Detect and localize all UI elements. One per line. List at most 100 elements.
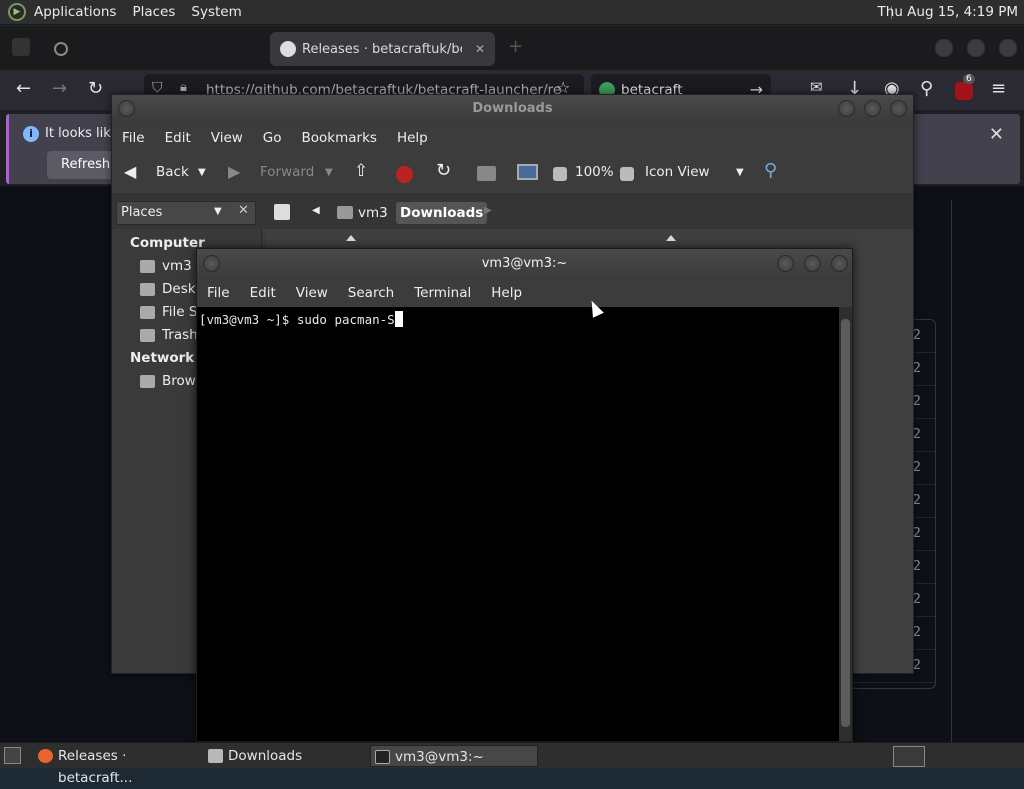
reload-icon[interactable]: ↻: [436, 160, 451, 181]
reload-icon[interactable]: ↻: [88, 78, 103, 99]
sidebar-type-select[interactable]: Places: [116, 201, 256, 225]
extensions-icon[interactable]: ⚲: [920, 78, 933, 99]
lock-icon[interactable]: 🔒︎: [180, 80, 187, 95]
menu-file[interactable]: File: [112, 130, 155, 146]
distro-logo-icon[interactable]: ▶: [8, 3, 26, 21]
file-manager-titlebar[interactable]: Downloads: [112, 95, 913, 123]
tab-releases[interactable]: Releases · betacraftuk/beta ✕: [270, 32, 495, 66]
close-sidebar-icon[interactable]: ✕: [238, 203, 249, 218]
view-mode-select[interactable]: Icon View: [645, 164, 710, 180]
menu-help[interactable]: Help: [387, 130, 438, 146]
sidebar-item-browse-network[interactable]: Brow: [162, 373, 196, 389]
terminal-icon: [375, 750, 390, 764]
ublock-badge: 6: [963, 74, 975, 84]
forward-button[interactable]: Forward: [260, 164, 314, 180]
forward-dropdown-icon[interactable]: ▼: [325, 167, 333, 178]
loading-icon: [54, 42, 68, 56]
maximize-button[interactable]: [804, 255, 821, 272]
zoom-level[interactable]: 100%: [575, 164, 614, 180]
minimize-button[interactable]: [777, 255, 794, 272]
crumb-left-icon[interactable]: ◀: [312, 205, 320, 216]
taskbar-label: vm3@vm3:~: [395, 749, 484, 765]
search-icon[interactable]: ⚲: [764, 160, 777, 181]
crumb-right-icon[interactable]: ▶: [484, 205, 492, 216]
taskbar-item-downloads[interactable]: Downloads: [204, 745, 364, 767]
taskbar-item-firefox[interactable]: Releases · betacraft...: [34, 745, 198, 786]
menu-view[interactable]: View: [201, 130, 253, 146]
sidebar-heading-network: Network: [130, 350, 195, 366]
firefox-icon: [38, 749, 53, 763]
close-button[interactable]: [831, 255, 848, 272]
workspace-switcher[interactable]: [893, 746, 925, 767]
sidebar-item-vm3[interactable]: vm3: [162, 258, 192, 274]
chevron-down-icon[interactable]: ▼: [214, 206, 222, 217]
terminal-menubar: File Edit View Search Terminal Help: [197, 279, 852, 307]
ublock-icon[interactable]: 6: [955, 74, 975, 100]
menu-help[interactable]: Help: [481, 285, 532, 301]
maximize-button[interactable]: [864, 100, 881, 117]
edit-location-icon[interactable]: [274, 204, 290, 220]
tab-overview-icon[interactable]: [12, 38, 30, 56]
taskbar-label: Releases · betacraft...: [58, 748, 133, 786]
text-cursor: [394, 311, 403, 327]
terminal-titlebar[interactable]: vm3@vm3:~: [197, 249, 852, 279]
breadcrumb-downloads[interactable]: Downloads: [396, 202, 488, 224]
up-icon[interactable]: ⇧: [354, 161, 368, 181]
computer-icon[interactable]: [517, 164, 538, 180]
back-arrow-icon[interactable]: ◀: [124, 162, 136, 181]
minimize-button[interactable]: [935, 39, 953, 57]
menu-bookmarks[interactable]: Bookmarks: [292, 130, 387, 146]
maximize-button[interactable]: [967, 39, 985, 57]
view-mode-dropdown-icon[interactable]: ▼: [736, 167, 744, 178]
sidebar-item-filesystem[interactable]: File S: [162, 304, 197, 320]
breadcrumb-vm3[interactable]: vm3: [334, 202, 388, 224]
folder-icon: [208, 749, 223, 763]
home-folder-icon: [140, 260, 155, 273]
close-button[interactable]: [999, 39, 1017, 57]
scrollbar-thumb[interactable]: [841, 319, 850, 727]
tab-inactive[interactable]: [44, 32, 264, 66]
window-title: Downloads: [472, 101, 553, 116]
new-tab-icon[interactable]: +: [508, 36, 523, 57]
close-tab-icon[interactable]: ✕: [475, 42, 485, 56]
zoom-out-icon[interactable]: [553, 167, 567, 181]
menu-edit[interactable]: Edit: [240, 285, 286, 301]
menu-view[interactable]: View: [286, 285, 338, 301]
drive-icon: [140, 306, 155, 319]
minimize-button[interactable]: [838, 100, 855, 117]
top-panel: ▶ Applications Places System Thu Aug 15,…: [0, 0, 1024, 25]
back-icon[interactable]: ←: [16, 78, 31, 99]
menu-go[interactable]: Go: [253, 130, 292, 146]
command-input[interactable]: sudo pacman-S: [297, 312, 395, 327]
show-desktop-button[interactable]: [4, 747, 21, 764]
zoom-in-icon[interactable]: [620, 167, 634, 181]
menu-terminal[interactable]: Terminal: [404, 285, 481, 301]
back-button[interactable]: Back: [156, 164, 189, 180]
forward-arrow-icon[interactable]: ▶: [228, 162, 240, 181]
menu-search[interactable]: Search: [338, 285, 404, 301]
home-icon[interactable]: [477, 166, 496, 181]
info-text: It looks like: [45, 126, 119, 141]
menu-file[interactable]: File: [197, 285, 240, 301]
file-icon-partial[interactable]: [346, 235, 356, 241]
stop-icon[interactable]: [396, 166, 413, 183]
sidebar-item-trash[interactable]: Trash: [162, 327, 198, 343]
terminal-output[interactable]: [vm3@vm3 ~]$ sudo pacman-S: [197, 307, 839, 741]
close-button[interactable]: [890, 100, 907, 117]
taskbar-label: Downloads: [228, 748, 303, 764]
hamburger-menu-icon[interactable]: ≡: [991, 78, 1006, 99]
bottom-panel: Releases · betacraft... Downloads vm3@vm…: [0, 742, 1024, 786]
system-menu[interactable]: System: [183, 0, 249, 25]
menu-edit[interactable]: Edit: [155, 130, 201, 146]
trash-icon: [140, 329, 155, 342]
places-menu[interactable]: Places: [124, 0, 183, 25]
scrollbar[interactable]: [839, 307, 852, 741]
file-manager-toolbar: ◀ Back ▼ ▶ Forward ▼ ⇧ ↻ 100% Icon View …: [112, 153, 913, 195]
file-icon-partial[interactable]: [666, 235, 676, 241]
applications-menu[interactable]: Applications: [26, 0, 124, 25]
close-icon[interactable]: ✕: [989, 124, 1004, 145]
forward-icon[interactable]: →: [52, 78, 67, 99]
taskbar-item-terminal[interactable]: vm3@vm3:~: [370, 745, 538, 767]
back-dropdown-icon[interactable]: ▼: [198, 167, 206, 178]
clock[interactable]: Thu Aug 15, 4:19 PM: [878, 0, 1018, 25]
